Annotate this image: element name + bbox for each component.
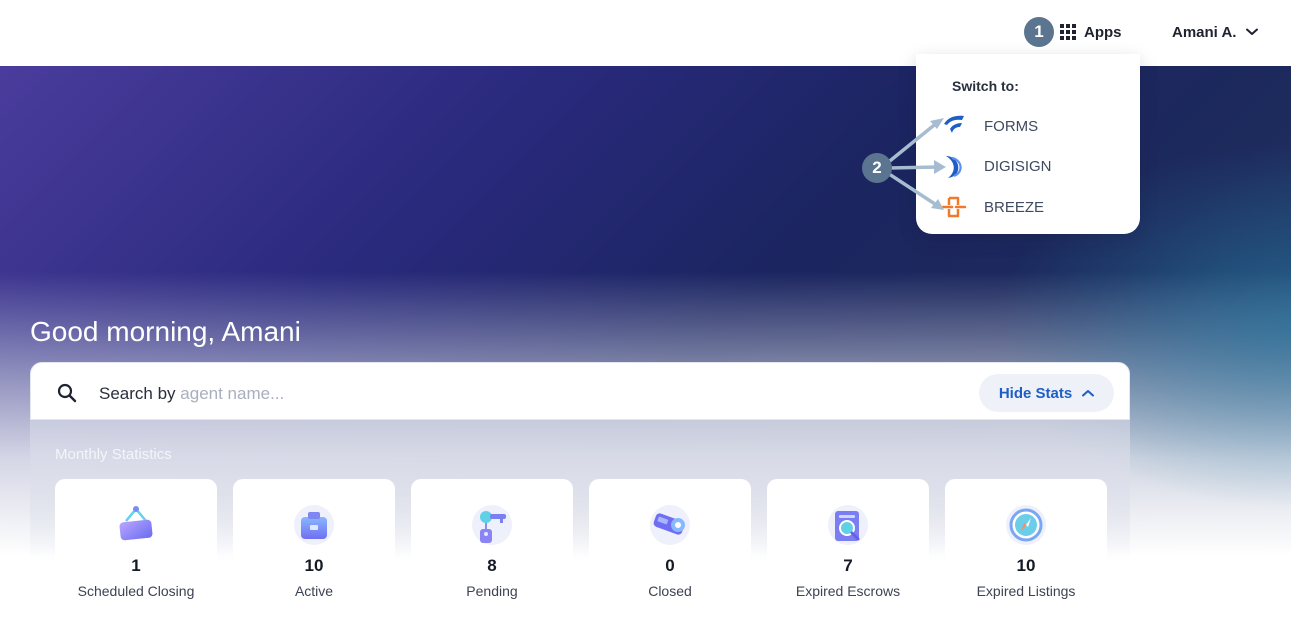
step-badge-1: 1 — [1024, 17, 1054, 47]
chevron-up-icon — [1082, 390, 1095, 397]
stat-label: Active — [294, 583, 334, 599]
tape-icon — [650, 505, 690, 545]
stat-label: Expired Listings — [976, 583, 1076, 599]
menu-item-label: FORMS — [984, 117, 1039, 135]
stat-value: 1 — [131, 556, 141, 575]
step-badge-2: 2 — [862, 153, 892, 183]
menu-item-breeze[interactable]: BREEZE — [940, 193, 1120, 221]
stat-value: 0 — [665, 556, 675, 575]
apps-button[interactable]: Apps — [1060, 20, 1122, 44]
hanging-sign-icon — [119, 506, 153, 541]
stat-value: 8 — [487, 556, 497, 575]
briefcase-icon — [294, 505, 334, 545]
stat-label: Scheduled Closing — [77, 583, 195, 599]
greeting-heading: Good morning, Amani — [30, 316, 301, 347]
monthly-statistics-title: Monthly Statistics — [55, 446, 172, 463]
menu-item-forms[interactable]: FORMS — [940, 112, 1120, 140]
stats-panel: Search by agent name... Hide Stats Month… — [30, 362, 1130, 609]
stat-label: Expired Escrows — [795, 583, 901, 599]
user-menu[interactable]: Amani A. — [1172, 20, 1259, 44]
search-placeholder: agent name... — [180, 384, 285, 403]
stat-value: 10 — [304, 556, 324, 575]
stat-card-expired-escrows[interactable]: 7 Expired Escrows — [767, 479, 929, 609]
stat-card-scheduled-closing[interactable]: 1 Scheduled Closing — [55, 479, 217, 609]
stat-value: 10 — [1016, 556, 1036, 575]
menu-item-label: DIGISIGN — [984, 157, 1052, 175]
apps-grid-icon — [1060, 24, 1076, 40]
stat-label: Pending — [466, 583, 518, 599]
stat-card-closed[interactable]: 0 Closed — [589, 479, 751, 609]
search-bar: Search by agent name... Hide Stats — [30, 362, 1130, 420]
stat-card-active[interactable]: 10 Active — [233, 479, 395, 609]
stat-card-pending[interactable]: 8 Pending — [411, 479, 573, 609]
compass-icon — [1006, 505, 1046, 545]
hide-stats-button[interactable]: Hide Stats — [979, 374, 1114, 412]
hide-stats-label: Hide Stats — [998, 384, 1073, 402]
stat-value: 7 — [843, 556, 853, 575]
search-icon — [57, 383, 77, 403]
search-input[interactable]: Search by agent name... — [99, 384, 284, 404]
key-tag-icon — [472, 505, 512, 545]
stat-card-expired-listings[interactable]: 10 Expired Listings — [945, 479, 1107, 609]
switch-to-label: Switch to: — [952, 78, 1019, 94]
menu-item-digisign[interactable]: DIGISIGN — [940, 152, 1120, 180]
chevron-down-icon — [1246, 28, 1259, 35]
apps-label: Apps — [1084, 23, 1122, 41]
stats-cards: 1 Scheduled Closing 10 Active 8 Pending … — [55, 479, 1107, 609]
search-prefix-text: Search by — [99, 384, 176, 403]
document-search-icon — [828, 505, 868, 545]
menu-item-label: BREEZE — [984, 198, 1045, 216]
user-name: Amani A. — [1172, 23, 1237, 41]
stat-label: Closed — [648, 583, 692, 599]
